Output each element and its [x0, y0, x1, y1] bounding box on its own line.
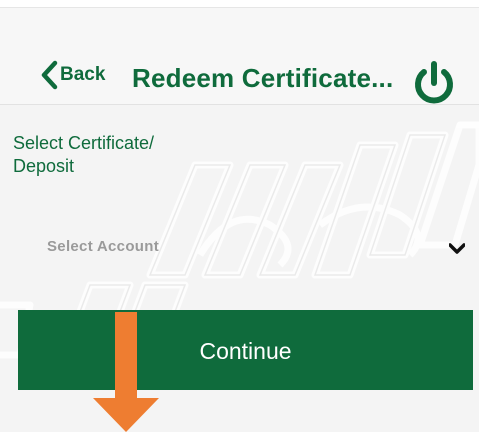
redeem-certificate-screen: Back Redeem Certificate... Select Certif…	[0, 0, 479, 432]
page-title: Redeem Certificate...	[132, 63, 394, 93]
select-account-dropdown[interactable]: Select Account	[13, 223, 465, 271]
status-bar	[0, 0, 479, 8]
select-account-placeholder: Select Account	[47, 238, 160, 255]
continue-button[interactable]: Continue	[18, 310, 473, 390]
navigation-header: Back Redeem Certificate...	[0, 8, 479, 105]
power-button[interactable]	[410, 59, 458, 107]
back-label: Back	[60, 64, 106, 85]
content-area: Select Certificate/ Deposit Select Accou…	[0, 105, 479, 432]
certificate-field-label: Select Certificate/ Deposit	[13, 133, 155, 176]
chevron-left-icon	[41, 60, 58, 90]
back-button[interactable]: Back	[40, 60, 105, 90]
power-icon	[415, 61, 453, 104]
chevron-down-icon	[449, 243, 465, 254]
